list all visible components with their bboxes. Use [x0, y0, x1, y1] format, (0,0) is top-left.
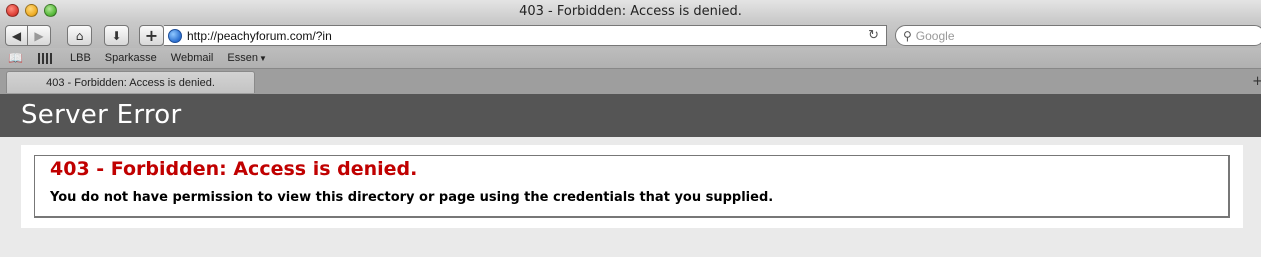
add-bookmark-button[interactable]: +	[139, 25, 164, 46]
error-title: 403 - Forbidden: Access is denied.	[50, 158, 418, 180]
bookmark-essen[interactable]: Essen▼	[227, 52, 267, 64]
back-button[interactable]: ◀	[5, 25, 28, 46]
url-text[interactable]: http://peachyforum.com/?in	[187, 29, 332, 43]
top-sites-grid-icon[interactable]	[38, 52, 52, 64]
home-button[interactable]: ⌂	[67, 25, 92, 46]
home-icon: ⌂	[75, 28, 84, 43]
download-icon: ⬇	[111, 28, 122, 43]
tab-bar: 403 - Forbidden: Access is denied. +	[0, 68, 1261, 94]
globe-icon	[168, 28, 182, 43]
bookmark-sparkasse[interactable]: Sparkasse	[105, 52, 157, 64]
bookmark-webmail[interactable]: Webmail	[171, 52, 214, 64]
page-content: 403 - Forbidden: Access is denied. You d…	[21, 145, 1243, 228]
error-message: You do not have permission to view this …	[50, 190, 774, 205]
search-icon[interactable]: ⚲	[903, 29, 912, 43]
downloads-button[interactable]: ⬇	[104, 25, 129, 46]
search-field[interactable]: ⚲ Google	[895, 25, 1261, 46]
bookmark-essen-label: Essen	[227, 52, 258, 64]
browser-window: 403 - Forbidden: Access is denied. ◀ ▶ ⌂…	[0, 0, 1261, 257]
forward-button[interactable]: ▶	[28, 25, 51, 46]
tab-label: 403 - Forbidden: Access is denied.	[46, 76, 215, 89]
page-header: Server Error	[0, 94, 1261, 137]
title-bar: 403 - Forbidden: Access is denied.	[0, 0, 1261, 22]
book-icon[interactable]: 📖	[8, 51, 24, 65]
back-arrow-icon: ◀	[11, 28, 22, 43]
chevron-down-icon: ▼	[258, 54, 267, 63]
bookmark-lbb[interactable]: LBB	[70, 52, 91, 64]
search-placeholder: Google	[915, 28, 955, 43]
address-bar[interactable]: http://peachyforum.com/?in ↻	[164, 25, 887, 46]
toolbar: ◀ ▶ ⌂ ⬇ + http://peachyforum.com/?in ↻ ⚲…	[0, 22, 1261, 48]
reload-icon[interactable]: ↻	[868, 28, 879, 43]
new-tab-icon[interactable]: +	[1252, 74, 1261, 89]
forward-arrow-icon: ▶	[34, 28, 44, 43]
error-box: 403 - Forbidden: Access is denied. You d…	[34, 155, 1230, 218]
plus-icon: +	[144, 26, 159, 45]
page-title: Server Error	[21, 100, 182, 130]
bookmarks-bar: 📖 LBB Sparkasse Webmail Essen▼	[0, 48, 1261, 68]
window-title: 403 - Forbidden: Access is denied.	[519, 4, 742, 19]
tab-current[interactable]: 403 - Forbidden: Access is denied.	[6, 71, 255, 93]
